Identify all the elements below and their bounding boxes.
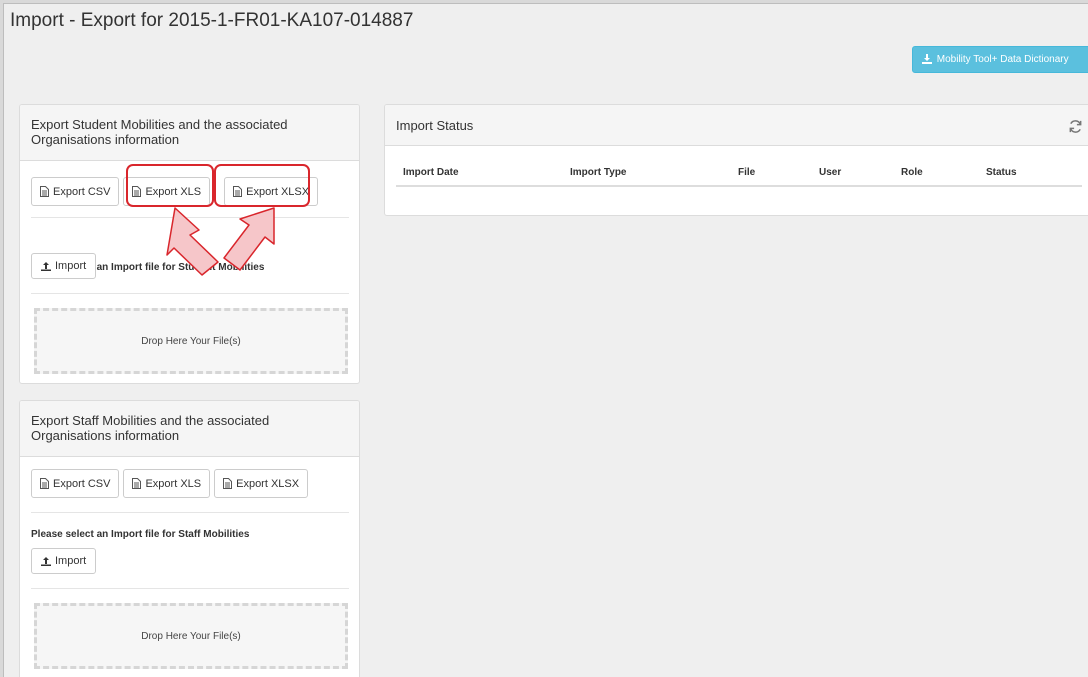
- divider: [31, 512, 349, 513]
- column-header-file: File: [731, 160, 812, 187]
- student-dropzone-text: Drop Here Your File(s): [141, 335, 241, 347]
- refresh-icon[interactable]: [1068, 119, 1083, 134]
- file-icon: [40, 186, 49, 197]
- page-title: Import - Export for 2015-1-FR01-KA107-01…: [10, 10, 414, 31]
- staff-import-button-label: Import: [55, 555, 87, 567]
- staff-export-xls-button[interactable]: Export XLS: [123, 469, 211, 498]
- divider: [31, 588, 349, 589]
- download-icon: [922, 54, 932, 64]
- upload-icon: [41, 262, 51, 271]
- staff-dropzone[interactable]: Drop Here Your File(s): [34, 603, 348, 669]
- divider: [31, 217, 349, 218]
- staff-export-csv-button[interactable]: Export CSV: [31, 469, 120, 498]
- student-import-button[interactable]: Import: [31, 253, 97, 279]
- data-dictionary-label: Mobility Tool+ Data Dictionary: [936, 54, 1069, 65]
- staff-import-button[interactable]: Import: [31, 548, 97, 574]
- column-header-user: User: [812, 160, 894, 187]
- staff-export-xlsx-label: Export XLSX: [236, 477, 300, 490]
- file-icon: [223, 478, 233, 489]
- annotation-highlight-export-xlsx: [214, 164, 310, 207]
- staff-export-csv-label: Export CSV: [53, 477, 111, 490]
- table-header-row: Import Date Import Type File User Role S…: [396, 160, 1082, 187]
- file-icon: [40, 478, 49, 489]
- staff-panel-heading: Export Staff Mobilities and the associat…: [20, 401, 359, 457]
- import-status-table: Import Date Import Type File User Role S…: [396, 160, 1082, 187]
- app-window: Import - Export for 2015-1-FR01-KA107-01…: [3, 3, 1088, 677]
- divider: [31, 293, 349, 294]
- student-import-button-label: Import: [55, 260, 87, 272]
- column-header-status: Status: [979, 160, 1082, 187]
- data-dictionary-button[interactable]: Mobility Tool+ Data Dictionary: [912, 46, 1088, 73]
- staff-import-label: Please select an Import file for Staff M…: [31, 529, 250, 540]
- staff-export-buttons: Export CSV Export XLS Export XLSX: [31, 469, 309, 498]
- staff-mobilities-panel: Export Staff Mobilities and the associat…: [19, 400, 360, 677]
- file-icon: [132, 478, 142, 489]
- import-status-heading: Import Status: [385, 105, 1088, 146]
- staff-dropzone-text: Drop Here Your File(s): [141, 630, 241, 642]
- upload-icon: [41, 557, 51, 566]
- import-status-panel: Import Status Import Date Import Type Fi…: [384, 104, 1088, 216]
- student-export-csv-label: Export CSV: [53, 185, 111, 198]
- staff-export-xlsx-button[interactable]: Export XLSX: [214, 469, 309, 498]
- annotation-highlight-export-xls: [126, 164, 214, 207]
- student-dropzone[interactable]: Drop Here Your File(s): [34, 308, 348, 374]
- column-header-import-date: Import Date: [396, 160, 563, 187]
- column-header-role: Role: [894, 160, 979, 187]
- student-panel-heading: Export Student Mobilities and the associ…: [20, 105, 359, 161]
- staff-export-xls-label: Export XLS: [145, 477, 202, 490]
- student-export-csv-button[interactable]: Export CSV: [31, 177, 120, 206]
- student-mobilities-panel: Export Student Mobilities and the associ…: [19, 104, 360, 384]
- column-header-import-type: Import Type: [563, 160, 731, 187]
